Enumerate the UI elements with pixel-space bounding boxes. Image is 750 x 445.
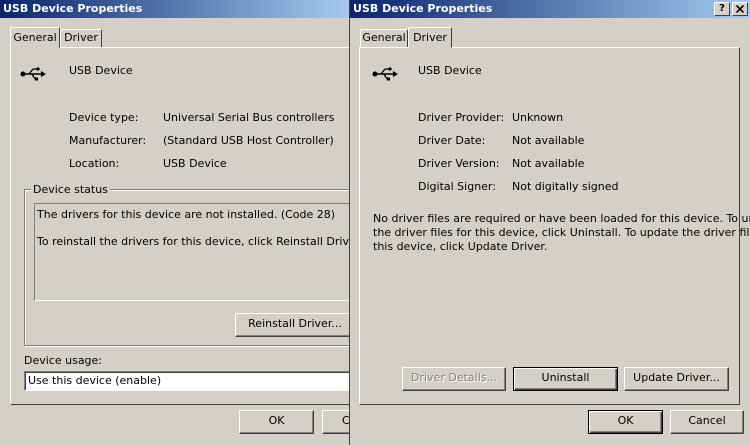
- tab-driver[interactable]: Driver: [408, 27, 452, 48]
- manufacturer-value: (Standard USB Host Controller): [163, 134, 334, 147]
- device-status-text-box[interactable]: The drivers for this device are not inst…: [34, 203, 349, 301]
- driver-date-value: Not available: [512, 134, 585, 147]
- cancel-button[interactable]: C: [322, 410, 349, 434]
- device-status-legend: Device status: [31, 183, 110, 196]
- tab-general-label: General: [362, 31, 406, 44]
- driver-details-button[interactable]: Driver Details...: [402, 367, 506, 391]
- device-usage-select[interactable]: Use this device (enable): [24, 371, 349, 391]
- left-window-title: USB Device Properties: [3, 2, 143, 15]
- ok-button[interactable]: OK: [239, 410, 314, 434]
- ok-button-label: OK: [617, 414, 634, 427]
- tab-driver-label: Driver: [64, 31, 98, 44]
- driver-version-label: Driver Version:: [418, 157, 500, 170]
- driver-provider-label: Driver Provider:: [418, 111, 505, 124]
- close-x-icon: [736, 5, 744, 13]
- tab-driver-label: Driver: [413, 31, 447, 44]
- device-usage-label: Device usage:: [24, 354, 103, 367]
- cancel-button[interactable]: Cancel: [670, 410, 744, 434]
- driver-version-value: Not available: [512, 157, 585, 170]
- ok-button-label: OK: [268, 414, 285, 427]
- tab-general[interactable]: General: [360, 29, 408, 47]
- uninstall-label: Uninstall: [541, 371, 590, 384]
- tab-general-label: General: [13, 31, 57, 44]
- device-status-line-1: The drivers for this device are not inst…: [37, 208, 336, 221]
- update-driver-label: Update Driver...: [633, 371, 720, 384]
- reinstall-driver-button[interactable]: Reinstall Driver...: [235, 313, 349, 337]
- driver-message-line-1: No driver files are required or have bee…: [373, 212, 750, 225]
- right-window-title: USB Device Properties: [353, 2, 493, 15]
- driver-message-line-2: the driver files for this device, click …: [373, 226, 750, 239]
- device-type-label: Device type:: [69, 111, 139, 124]
- digital-signer-value: Not digitally signed: [512, 180, 619, 193]
- reinstall-driver-label: Reinstall Driver...: [248, 317, 342, 330]
- close-button[interactable]: [732, 2, 748, 16]
- device-usage-value: Use this device (enable): [28, 374, 162, 387]
- driver-date-label: Driver Date:: [418, 134, 486, 147]
- device-status-line-2: To reinstall the drivers for this device…: [37, 235, 349, 248]
- left-properties-dialog: USB Device Properties General Driver USB…: [0, 0, 349, 445]
- tab-general[interactable]: General: [10, 27, 60, 48]
- tab-driver[interactable]: Driver: [60, 29, 102, 47]
- update-driver-button[interactable]: Update Driver...: [624, 367, 729, 391]
- help-button[interactable]: ?: [714, 2, 730, 16]
- uninstall-button[interactable]: Uninstall: [513, 367, 618, 391]
- device-type-value: Universal Serial Bus controllers: [163, 111, 335, 124]
- left-title-bar[interactable]: USB Device Properties: [0, 0, 349, 18]
- device-name: USB Device: [418, 64, 482, 77]
- cancel-button-label: Cancel: [688, 414, 726, 427]
- location-value: USB Device: [163, 157, 227, 170]
- usb-trident-icon: [372, 67, 398, 81]
- location-label: Location:: [69, 157, 120, 170]
- ok-button[interactable]: OK: [588, 410, 663, 434]
- device-name: USB Device: [69, 64, 133, 77]
- cancel-button-label: C: [342, 414, 349, 427]
- right-title-bar[interactable]: USB Device Properties ?: [350, 0, 750, 18]
- right-properties-dialog: USB Device Properties ? General Driver U…: [349, 0, 750, 445]
- manufacturer-label: Manufacturer:: [69, 134, 147, 147]
- help-button-label: ?: [719, 3, 725, 14]
- usb-trident-icon: [20, 67, 46, 81]
- digital-signer-label: Digital Signer:: [418, 180, 496, 193]
- driver-message-line-3: this device, click Update Driver.: [373, 240, 548, 253]
- driver-details-label: Driver Details...: [411, 371, 497, 384]
- driver-provider-value: Unknown: [512, 111, 564, 124]
